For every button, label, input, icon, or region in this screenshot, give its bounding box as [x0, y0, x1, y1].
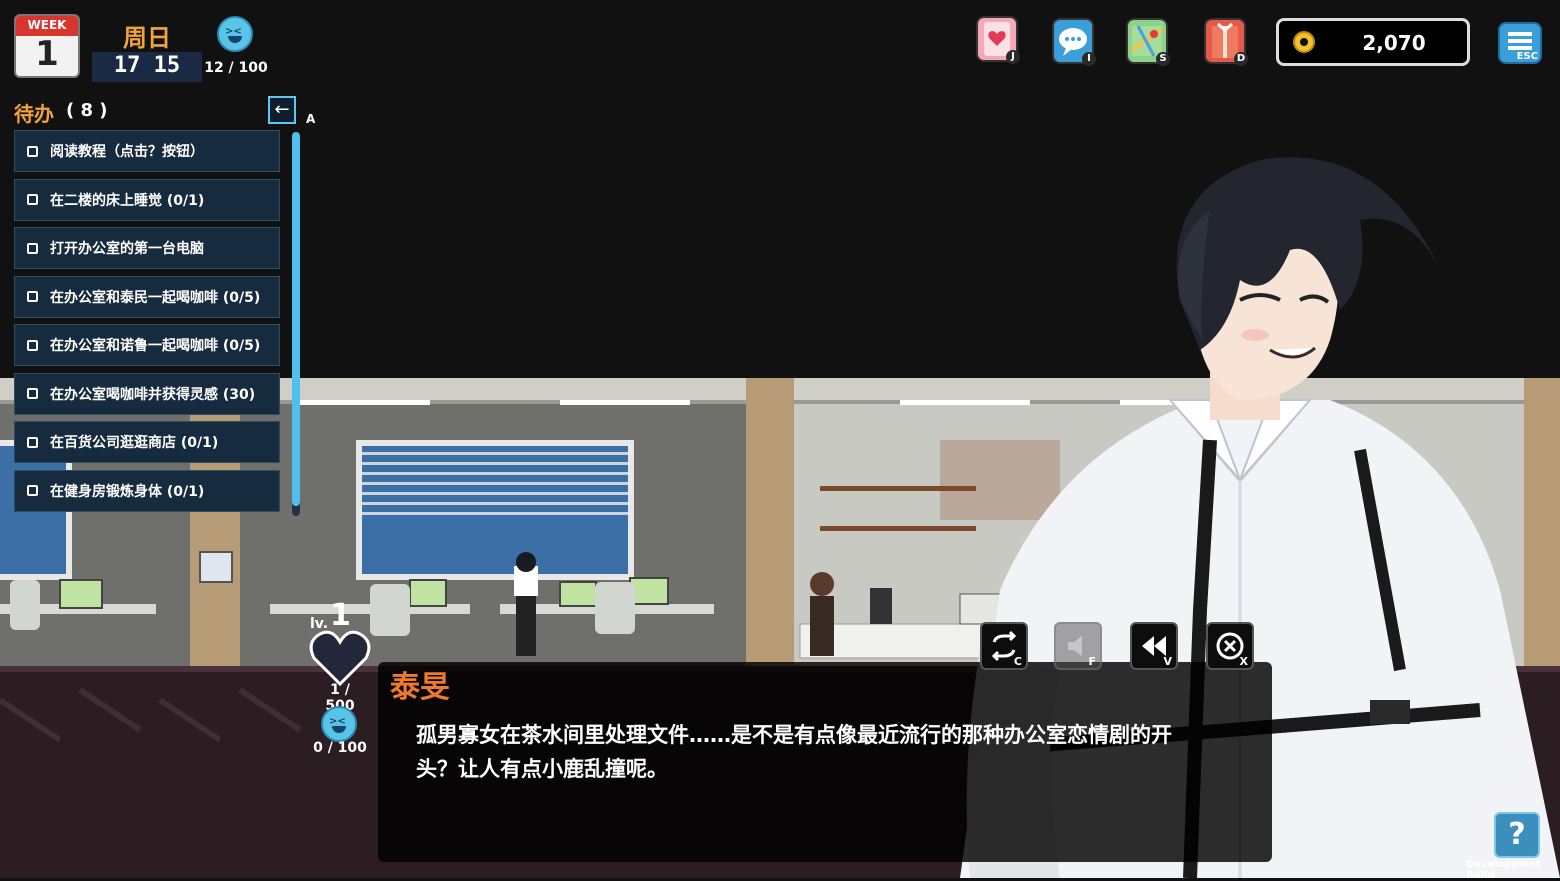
todo-item-label: 在办公室和泰民一起喝咖啡 (0/5)	[50, 289, 261, 306]
todo-item-label: 在办公室喝咖啡并获得灵感 (30)	[50, 386, 256, 403]
checkbox-icon	[27, 388, 38, 399]
todo-item-label: 在百货公司逛逛商店 (0/1)	[50, 435, 219, 451]
todo-item[interactable]: 在二楼的床上睡觉 (0/1)	[14, 178, 280, 221]
character-mood-icon: ><	[321, 706, 357, 742]
inventory-button[interactable]: D	[1204, 18, 1248, 66]
todo-item-label: 打开办公室的第一台电脑	[50, 241, 204, 257]
money-display: 2,070	[1276, 18, 1470, 66]
week-label: WEEK	[27, 18, 67, 32]
todo-item[interactable]: 在百货公司逛逛商店 (0/1)	[14, 421, 280, 463]
key-hint: F	[1088, 655, 1096, 668]
game-clock: 17 15	[113, 53, 181, 78]
mood-value: 12 / 100	[204, 60, 268, 76]
esc-key-hint: ESC	[1516, 51, 1538, 62]
week-number: 1	[35, 34, 59, 74]
map-button[interactable]: S	[1126, 18, 1170, 66]
key-hint: C	[1013, 655, 1022, 668]
key-hint: J	[1006, 50, 1020, 64]
todo-item-label: 阅读教程（点击？按钮）	[50, 144, 204, 160]
week-calendar: WEEK 1	[14, 14, 80, 78]
messages-button[interactable]: I	[1052, 18, 1096, 66]
checkbox-icon	[27, 436, 38, 448]
journal-button[interactable]: J	[976, 16, 1020, 64]
key-hint: D	[1234, 52, 1248, 66]
day-time-panel: 周日 17 15	[92, 18, 202, 82]
key-hint: X	[1239, 655, 1248, 668]
rewind-button[interactable]: V	[1130, 622, 1178, 670]
todo-item[interactable]: 在办公室和诺鲁一起喝咖啡 (0/5)	[14, 324, 280, 366]
money-amount: 2,070	[1362, 31, 1426, 55]
key-hint: I	[1082, 52, 1096, 66]
menu-button[interactable]: ESC	[1498, 22, 1542, 64]
checkbox-icon	[27, 485, 38, 496]
coin-icon	[1293, 31, 1315, 53]
checkbox-icon	[27, 145, 38, 157]
todo-item-label: 在健身房锻炼身体 (0/1)	[50, 483, 205, 500]
mood-icon: ><	[217, 16, 253, 52]
todo-item[interactable]: 打开办公室的第一台电脑	[14, 227, 280, 269]
todo-item[interactable]: 在健身房锻炼身体 (0/1)	[14, 469, 280, 512]
todo-item[interactable]: 阅读教程（点击？按钮）	[14, 130, 280, 172]
character-mood-value: 0 / 100	[313, 740, 367, 756]
todo-title: 待办	[14, 102, 54, 126]
speaker-name: 泰旻	[390, 670, 450, 705]
todo-item[interactable]: 在办公室和泰民一起喝咖啡 (0/5)	[14, 275, 280, 318]
checkbox-icon	[27, 242, 38, 254]
arrow-left-icon: ←	[274, 99, 290, 120]
collapse-key-hint: A	[306, 112, 316, 126]
close-dialog-button[interactable]: X	[1206, 622, 1254, 670]
todo-item-label: 在二楼的床上睡觉 (0/1)	[50, 192, 205, 209]
todo-scrollbar-thumb[interactable]	[292, 132, 300, 506]
voice-button[interactable]: F	[1054, 622, 1102, 670]
key-hint: S	[1156, 52, 1170, 66]
todo-count: ( 8 )	[66, 100, 108, 121]
checkbox-icon	[27, 291, 38, 302]
collapse-todo-button[interactable]: ←	[268, 96, 296, 124]
todo-item-label: 在办公室和诺鲁一起喝咖啡 (0/5)	[50, 338, 261, 354]
dialog-text: 孤男寡女在茶水间里处理文件……是不是有点像最近流行的那种办公室恋情剧的开头？让人…	[416, 723, 1172, 781]
key-hint: V	[1163, 655, 1172, 668]
help-button[interactable]: ?	[1494, 812, 1540, 858]
todo-list: 阅读教程（点击？按钮） 在二楼的床上睡觉 (0/1) 打开办公室的第一台电脑 在…	[14, 130, 282, 518]
heart-icon	[309, 630, 371, 687]
checkbox-icon	[27, 194, 38, 205]
day-name: 周日	[123, 24, 171, 52]
todo-item[interactable]: 在办公室喝咖啡并获得灵感 (30)	[14, 372, 280, 415]
auto-play-button[interactable]: C	[980, 622, 1028, 670]
checkbox-icon	[27, 339, 38, 351]
